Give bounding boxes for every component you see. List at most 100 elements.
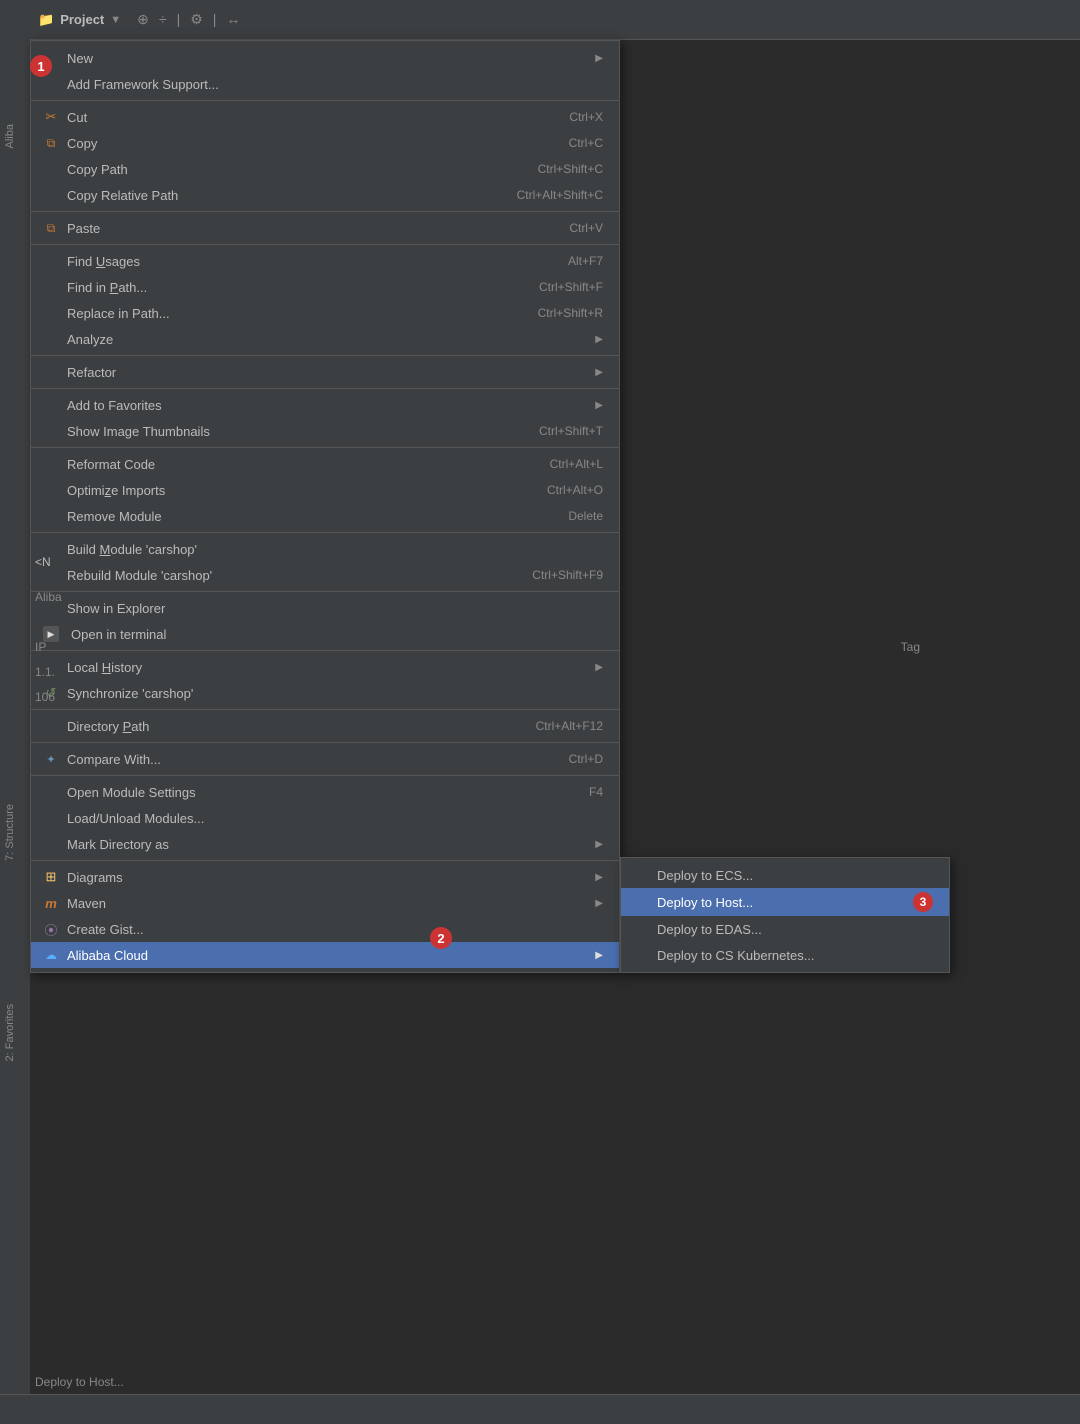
- badge-2-container: 2: [430, 927, 452, 949]
- menu-item-replace-in-path[interactable]: Replace in Path... Ctrl+Shift+R: [31, 300, 619, 326]
- diagrams-icon: ⊞: [43, 869, 59, 885]
- paste-shortcut: Ctrl+V: [569, 221, 603, 235]
- local-history-arrow: ▶: [595, 662, 603, 673]
- header-icon-separator: |: [177, 11, 181, 28]
- menu-item-add-framework[interactable]: Add Framework Support...: [31, 71, 619, 97]
- create-gist-icon: ⦿: [43, 921, 59, 937]
- add-framework-icon: [43, 76, 59, 92]
- menu-item-create-gist[interactable]: ⦿ Create Gist...: [31, 916, 619, 942]
- compare-with-label: Compare With...: [67, 752, 161, 767]
- menu-item-copy-relative-path[interactable]: Copy Relative Path Ctrl+Alt+Shift+C: [31, 182, 619, 208]
- separator-8: [31, 591, 619, 592]
- menu-item-copy[interactable]: ⧉ Copy Ctrl+C: [31, 130, 619, 156]
- module-label: <N: [35, 555, 51, 569]
- header-dropdown-arrow[interactable]: ▼: [110, 14, 121, 26]
- optimize-imports-icon: [43, 482, 59, 498]
- menu-item-build-module[interactable]: Build Module 'carshop': [31, 536, 619, 562]
- synchronize-label: Synchronize 'carshop': [67, 686, 193, 701]
- context-menu-panel: New ▶ Add Framework Support... ✂ Cut Ctr…: [30, 40, 620, 973]
- sidebar-tab-favorites[interactable]: 2: Favorites: [0, 1000, 20, 1065]
- menu-item-deploy-ecs[interactable]: Deploy to ECS...: [621, 862, 949, 888]
- rebuild-module-icon: [43, 567, 59, 583]
- header-icon-settings[interactable]: ⚙: [190, 11, 203, 28]
- maven-arrow: ▶: [595, 898, 603, 909]
- paste-icon: ⧉: [43, 220, 59, 236]
- sidebar-tab-structure[interactable]: 7: Structure: [0, 800, 20, 865]
- menu-item-deploy-edas[interactable]: Deploy to EDAS...: [621, 916, 949, 942]
- menu-item-cut[interactable]: ✂ Cut Ctrl+X: [31, 104, 619, 130]
- deploy-kubernetes-icon: [633, 947, 649, 963]
- menu-item-show-explorer[interactable]: Show in Explorer: [31, 595, 619, 621]
- separator-12: [31, 775, 619, 776]
- load-unload-icon: [43, 810, 59, 826]
- header-icon-globe[interactable]: ⊕: [137, 11, 149, 28]
- menu-item-find-usages[interactable]: Find Usages Alt+F7: [31, 248, 619, 274]
- ip-value: 1.1.: [35, 665, 55, 679]
- add-framework-label: Add Framework Support...: [67, 77, 219, 92]
- separator-9: [31, 650, 619, 651]
- menu-item-load-unload[interactable]: Load/Unload Modules...: [31, 805, 619, 831]
- remove-module-shortcut: Delete: [568, 509, 603, 523]
- find-in-path-shortcut: Ctrl+Shift+F: [539, 280, 603, 294]
- separator-3: [31, 244, 619, 245]
- find-in-path-label: Find in Path...: [67, 280, 147, 295]
- analyze-icon: [43, 331, 59, 347]
- menu-item-synchronize[interactable]: ↺ Synchronize 'carshop': [31, 680, 619, 706]
- find-usages-shortcut: Alt+F7: [568, 254, 603, 268]
- badge-1: 1: [30, 55, 52, 77]
- menu-item-find-in-path[interactable]: Find in Path... Ctrl+Shift+F: [31, 274, 619, 300]
- menu-item-analyze[interactable]: Analyze ▶: [31, 326, 619, 352]
- menu-item-open-terminal[interactable]: ▶ Open in terminal: [31, 621, 619, 647]
- menu-item-local-history[interactable]: Local History ▶: [31, 654, 619, 680]
- add-favorites-icon: [43, 397, 59, 413]
- show-thumbnails-shortcut: Ctrl+Shift+T: [539, 424, 603, 438]
- deploy-edas-label: Deploy to EDAS...: [657, 922, 762, 937]
- badge-circle-3: 3: [913, 892, 933, 912]
- menu-item-optimize-imports[interactable]: Optimize Imports Ctrl+Alt+O: [31, 477, 619, 503]
- menu-item-compare-with[interactable]: ✦ Compare With... Ctrl+D: [31, 746, 619, 772]
- menu-item-deploy-kubernetes[interactable]: Deploy to CS Kubernetes...: [621, 942, 949, 968]
- mark-directory-icon: [43, 836, 59, 852]
- menu-item-alibaba-cloud[interactable]: ☁ Alibaba Cloud ▶: [31, 942, 619, 968]
- header-icon-separator2: |: [213, 11, 217, 28]
- menu-item-remove-module[interactable]: Remove Module Delete: [31, 503, 619, 529]
- folder-icon: 📁: [38, 12, 54, 28]
- ip-value2: 106: [35, 690, 55, 704]
- alibaba-cloud-submenu: Deploy to ECS... Deploy to Host... 3 Dep…: [620, 857, 950, 973]
- menu-item-paste[interactable]: ⧉ Paste Ctrl+V: [31, 215, 619, 241]
- rebuild-module-label: Rebuild Module 'carshop': [67, 568, 212, 583]
- refactor-icon: [43, 364, 59, 380]
- menu-item-show-thumbnails[interactable]: Show Image Thumbnails Ctrl+Shift+T: [31, 418, 619, 444]
- rebuild-module-shortcut: Ctrl+Shift+F9: [532, 568, 603, 582]
- menu-item-add-favorites[interactable]: Add to Favorites ▶: [31, 392, 619, 418]
- alibaba-cloud-label: Alibaba Cloud: [67, 948, 148, 963]
- menu-item-new[interactable]: New ▶: [31, 45, 619, 71]
- maven-label: Maven: [67, 896, 106, 911]
- mark-directory-arrow: ▶: [595, 839, 603, 850]
- find-usages-icon: [43, 253, 59, 269]
- left-sidebar: [0, 0, 30, 1424]
- ip-label: IP: [35, 640, 46, 654]
- sidebar-tab-alibaba[interactable]: Aliba: [0, 120, 20, 152]
- header-icon-split[interactable]: ÷: [159, 11, 167, 28]
- menu-item-diagrams[interactable]: ⊞ Diagrams ▶: [31, 864, 619, 890]
- compare-with-shortcut: Ctrl+D: [569, 752, 603, 766]
- menu-item-rebuild-module[interactable]: Rebuild Module 'carshop' Ctrl+Shift+F9: [31, 562, 619, 588]
- menu-item-deploy-host[interactable]: Deploy to Host... 3: [621, 888, 949, 916]
- badge-circle-2: 2: [430, 927, 452, 949]
- menu-item-mark-directory[interactable]: Mark Directory as ▶: [31, 831, 619, 857]
- menu-item-refactor[interactable]: Refactor ▶: [31, 359, 619, 385]
- menu-item-directory-path[interactable]: Directory Path Ctrl+Alt+F12: [31, 713, 619, 739]
- add-favorites-label: Add to Favorites: [67, 398, 162, 413]
- menu-item-open-module-settings[interactable]: Open Module Settings F4: [31, 779, 619, 805]
- separator-1: [31, 100, 619, 101]
- show-thumbnails-label: Show Image Thumbnails: [67, 424, 210, 439]
- menu-item-copy-path[interactable]: Copy Path Ctrl+Shift+C: [31, 156, 619, 182]
- copy-path-shortcut: Ctrl+Shift+C: [538, 162, 603, 176]
- menu-item-maven[interactable]: m Maven ▶: [31, 890, 619, 916]
- menu-item-reformat[interactable]: Reformat Code Ctrl+Alt+L: [31, 451, 619, 477]
- maven-icon: m: [43, 895, 59, 911]
- cut-label: Cut: [67, 110, 87, 125]
- local-history-label: Local History: [67, 660, 142, 675]
- header-icon-arrows[interactable]: ↔: [226, 11, 240, 28]
